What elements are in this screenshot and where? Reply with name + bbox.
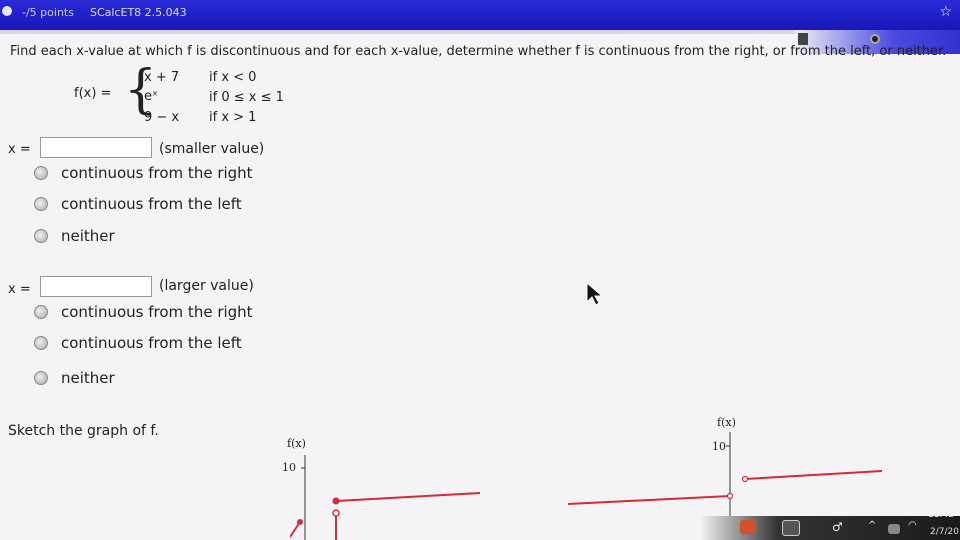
piece-expr-3: 9 − x: [144, 110, 180, 125]
piece-cond-3: if x > 1: [209, 110, 257, 125]
battery-icon[interactable]: [888, 524, 900, 534]
option-left-smaller[interactable]: continuous from the left: [34, 195, 242, 213]
option-label: neither: [61, 369, 115, 387]
graph-2-axis-label: f(x): [717, 416, 736, 429]
graph-1-point-closed: [297, 519, 303, 525]
radio-button[interactable]: [34, 371, 48, 385]
piece-cond-1: if x < 0: [209, 70, 257, 85]
graph-1-segment-right: [335, 492, 481, 502]
hint-larger: (larger value): [159, 278, 254, 294]
graph-2-canvas[interactable]: [560, 432, 890, 516]
problem-code: SCalcET8 2.5.043: [90, 6, 187, 19]
radio-button[interactable]: [34, 229, 48, 243]
option-label: continuous from the left: [61, 195, 242, 213]
radio-button[interactable]: [34, 305, 48, 319]
graph-2-segment-right: [744, 470, 883, 480]
chevron-up-icon[interactable]: ^: [868, 520, 884, 534]
option-neither-larger[interactable]: neither: [34, 369, 115, 387]
option-label: continuous from the right: [61, 303, 253, 321]
graph-1-canvas[interactable]: [290, 455, 490, 540]
sketch-prompt: Sketch the graph of f.: [8, 423, 159, 439]
gear-icon[interactable]: [870, 34, 880, 44]
option-left-larger[interactable]: continuous from the left: [34, 334, 242, 352]
option-label: continuous from the left: [61, 334, 242, 352]
radio-button[interactable]: [34, 166, 48, 180]
piece-expr-1: x + 7: [144, 70, 180, 85]
hint-smaller: (smaller value): [159, 141, 265, 157]
option-label: continuous from the right: [61, 164, 253, 182]
status-dot-icon: [2, 6, 12, 16]
graph-2-point-open-2: [741, 475, 749, 483]
mail-icon[interactable]: [782, 520, 800, 536]
function-name: f(x) =: [74, 86, 112, 101]
option-neither-smaller[interactable]: neither: [34, 227, 115, 245]
taskbar-date[interactable]: 2/7/20: [930, 527, 959, 537]
wifi-icon[interactable]: ◠: [908, 520, 924, 534]
graph-2-point-open: [726, 492, 734, 500]
x-input-larger[interactable]: [40, 276, 152, 297]
option-label: neither: [61, 227, 115, 245]
star-icon[interactable]: ☆: [939, 4, 952, 20]
piece-expr-2: eˣ: [144, 89, 158, 104]
people-icon[interactable]: ♂: [832, 520, 848, 534]
radio-button[interactable]: [34, 197, 48, 211]
question-text: Find each x-value at which f is disconti…: [10, 44, 947, 59]
graph-1-point-closed-2: [332, 497, 340, 505]
x-label-larger: x =: [8, 282, 31, 297]
x-label-smaller: x =: [8, 142, 31, 157]
radio-button[interactable]: [34, 336, 48, 350]
taskbar-time[interactable]: 11:42: [928, 510, 954, 520]
piece-cond-2: if 0 ≤ x ≤ 1: [209, 90, 284, 105]
option-right-smaller[interactable]: continuous from the right: [34, 164, 253, 182]
graph-1-axis-label: f(x): [287, 437, 306, 450]
x-input-smaller[interactable]: [40, 137, 152, 158]
points-label: -/5 points: [22, 6, 74, 19]
powerpoint-icon[interactable]: [740, 520, 756, 534]
option-right-larger[interactable]: continuous from the right: [34, 303, 253, 321]
graph-2-segment-left: [567, 495, 731, 505]
graph-1-point-open: [332, 509, 340, 517]
mouse-cursor-icon: [586, 282, 604, 306]
